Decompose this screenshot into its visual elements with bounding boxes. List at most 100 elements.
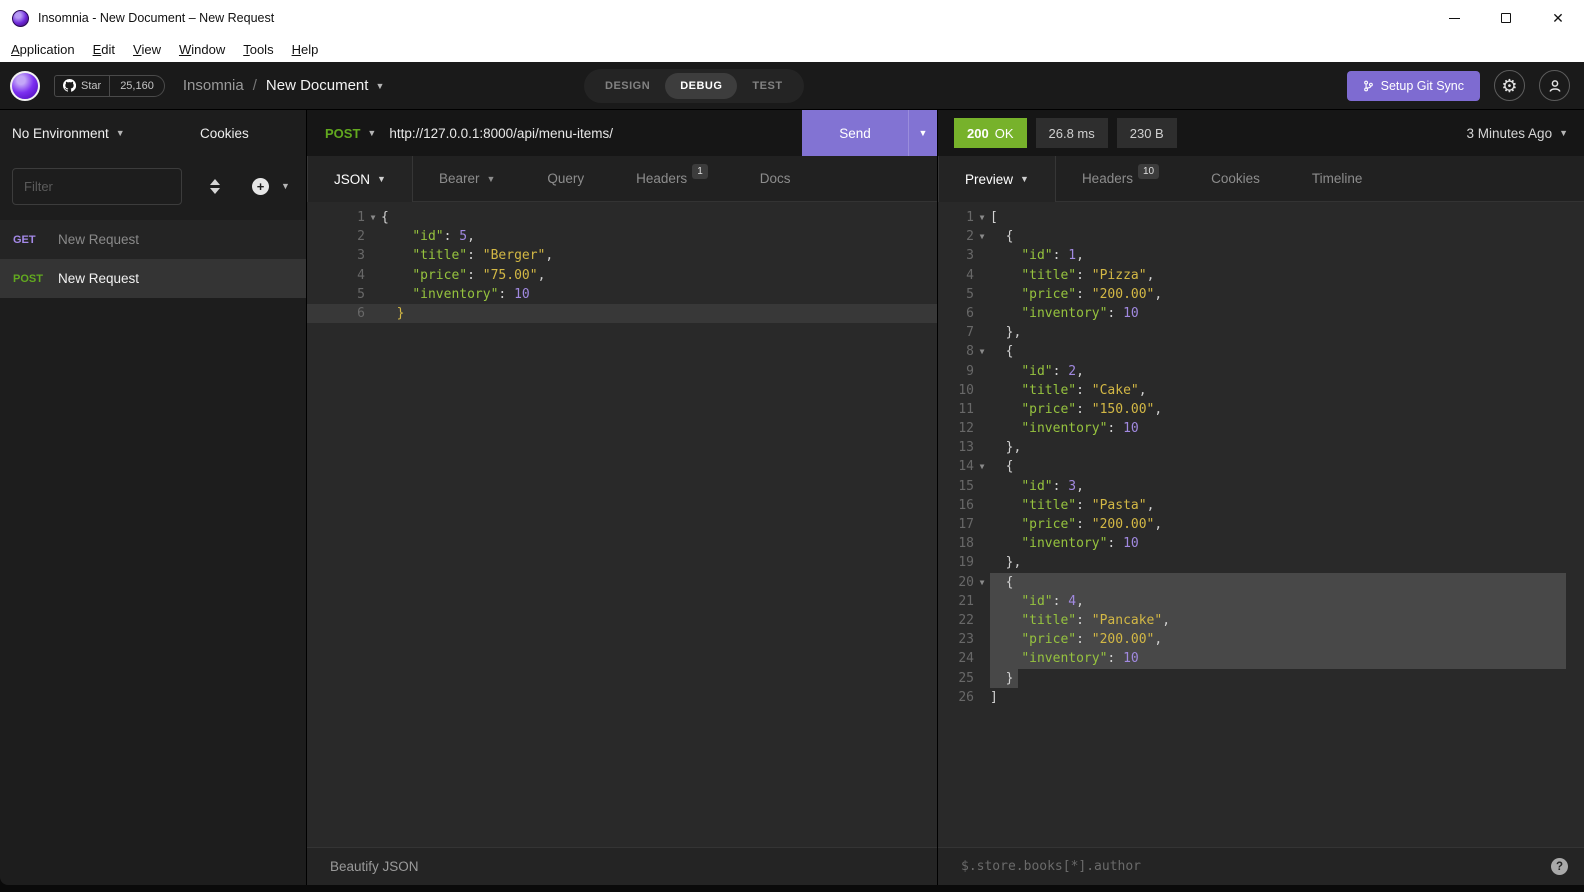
sidebar-filter-input[interactable]	[12, 167, 182, 205]
code-line: 5 "price": "200.00",	[938, 285, 1584, 304]
fold-gutter	[974, 534, 990, 553]
line-number: 3	[966, 248, 974, 264]
tab-request-headers[interactable]: Headers 1	[610, 156, 734, 201]
close-button[interactable]: ✕	[1532, 0, 1584, 36]
account-button[interactable]	[1539, 70, 1570, 101]
fold-gutter	[974, 515, 990, 534]
line-number: 12	[958, 421, 974, 437]
maximize-icon	[1501, 13, 1511, 23]
code-line: 5 "inventory": 10	[307, 285, 937, 304]
send-options-button[interactable]: ▼	[908, 110, 937, 156]
tab-body-json[interactable]: JSON ▼	[307, 156, 413, 202]
fold-gutter	[974, 419, 990, 438]
fold-gutter	[365, 246, 381, 265]
line-number: 8	[966, 344, 974, 360]
tab-response-headers[interactable]: Headers 10	[1056, 156, 1185, 201]
method-label: POST	[325, 125, 361, 141]
tab-test[interactable]: TEST	[737, 73, 797, 99]
request-panel: POST ▼ http://127.0.0.1:8000/api/menu-it…	[307, 110, 938, 885]
github-star-widget[interactable]: Star 25,160	[54, 74, 165, 97]
tab-query[interactable]: Query	[521, 156, 610, 201]
line-number: 25	[958, 670, 974, 686]
cookies-button[interactable]: Cookies	[200, 126, 249, 141]
fold-gutter	[974, 246, 990, 265]
request-tabs: JSON ▼ Bearer ▼ Query Headers 1 Docs	[307, 156, 937, 202]
code-text: "title": "Berger",	[412, 248, 554, 264]
sort-up-icon	[210, 178, 220, 185]
code-text: {	[990, 574, 1014, 590]
code-text: "id": 2,	[1021, 363, 1084, 379]
breadcrumb-document-selector[interactable]: New Document	[266, 77, 369, 94]
fold-gutter	[974, 669, 990, 688]
menu-tools[interactable]: Tools	[234, 42, 282, 57]
environment-label: No Environment	[12, 125, 109, 141]
response-history-selector[interactable]: 3 Minutes Ago ▼	[1467, 126, 1568, 141]
code-line: 13 },	[938, 438, 1584, 457]
menu-view[interactable]: View	[124, 42, 170, 57]
sort-icon[interactable]	[210, 178, 220, 194]
code-text: "id": 4,	[1021, 593, 1084, 609]
method-selector[interactable]: POST ▼	[325, 126, 376, 141]
fold-caret-icon[interactable]: ▼	[974, 342, 990, 361]
code-line: 6 }	[307, 303, 937, 324]
response-body-viewer[interactable]: 1 ▼[2 ▼ {3 "id": 1, 4 "title": "Pizza", 5 "p…	[938, 202, 1584, 847]
star-label: Star	[81, 79, 102, 92]
menu-help[interactable]: Help	[283, 42, 328, 57]
code-line: 18 "inventory": 10	[938, 534, 1584, 553]
request-item-post[interactable]: POST New Request	[0, 259, 306, 298]
code-text: "title": "Cake",	[1021, 382, 1147, 398]
breadcrumb-app: Insomnia	[182, 77, 244, 94]
gear-icon: ⚙	[1501, 75, 1518, 96]
app-toolbar: Star 25,160 Insomnia / New Document ▼ DE…	[0, 62, 1584, 110]
fold-caret-icon[interactable]: ▼	[365, 208, 381, 227]
tab-preview[interactable]: Preview ▼	[938, 156, 1056, 202]
line-number: 20	[958, 574, 974, 590]
tab-debug[interactable]: DEBUG	[665, 73, 738, 99]
code-text: "price": "150.00",	[1021, 401, 1163, 417]
tab-label: Bearer	[438, 171, 480, 186]
tab-timeline[interactable]: Timeline	[1286, 156, 1389, 201]
git-branch-icon	[1363, 80, 1373, 91]
tab-design[interactable]: DESIGN	[590, 73, 665, 99]
request-body-editor[interactable]: 1 ▼{2 "id": 5, 3 "title": "Berger", 4 "pric…	[307, 202, 937, 847]
line-number: 3	[357, 248, 365, 264]
code-line: 23 "price": "200.00",	[938, 630, 1584, 650]
chevron-down-icon: ▼	[375, 80, 385, 91]
tab-docs[interactable]: Docs	[734, 156, 817, 201]
response-footer: ?	[938, 847, 1584, 885]
maximize-button[interactable]	[1480, 0, 1532, 36]
github-star-button[interactable]: Star	[55, 75, 111, 96]
response-filter-input[interactable]	[961, 859, 1541, 874]
window-title: Insomnia - New Document – New Request	[38, 11, 275, 25]
request-item-get[interactable]: GET New Request	[0, 220, 306, 259]
url-input[interactable]: http://127.0.0.1:8000/api/menu-items/	[389, 126, 613, 141]
fold-caret-icon[interactable]: ▼	[974, 457, 990, 476]
headers-count-badge: 1	[692, 164, 708, 179]
setup-git-sync-button[interactable]: Setup Git Sync	[1346, 70, 1480, 101]
tab-auth-bearer[interactable]: Bearer ▼	[413, 156, 521, 201]
minimize-button[interactable]	[1428, 0, 1480, 36]
settings-button[interactable]: ⚙	[1494, 70, 1525, 101]
code-line: 24 "inventory": 10	[938, 649, 1584, 669]
close-icon: ✕	[1552, 10, 1564, 26]
help-icon[interactable]: ?	[1551, 858, 1568, 875]
insomnia-logo-icon	[12, 9, 29, 27]
code-line: 25 }	[938, 668, 1584, 688]
send-button[interactable]: Send	[802, 110, 908, 156]
fold-caret-icon[interactable]: ▼	[974, 573, 990, 592]
environment-selector[interactable]: No Environment ▼	[12, 126, 125, 141]
fold-caret-icon[interactable]: ▼	[974, 227, 990, 246]
menu-edit[interactable]: Edit	[84, 42, 124, 57]
minimize-icon	[1448, 17, 1460, 19]
beautify-json-button[interactable]: Beautify JSON	[330, 859, 419, 874]
fold-gutter	[974, 400, 990, 419]
window-controls: ✕	[1428, 0, 1584, 36]
tab-response-cookies[interactable]: Cookies	[1185, 156, 1286, 201]
add-request-button[interactable]: + ▼	[252, 177, 290, 195]
menu-application[interactable]: Application	[2, 42, 84, 57]
fold-caret-icon[interactable]: ▼	[974, 208, 990, 227]
insomnia-home-button[interactable]	[10, 70, 40, 101]
code-line: 1 ▼{	[307, 208, 937, 227]
menu-window[interactable]: Window	[170, 42, 234, 57]
history-label: 3 Minutes Ago	[1466, 125, 1553, 141]
